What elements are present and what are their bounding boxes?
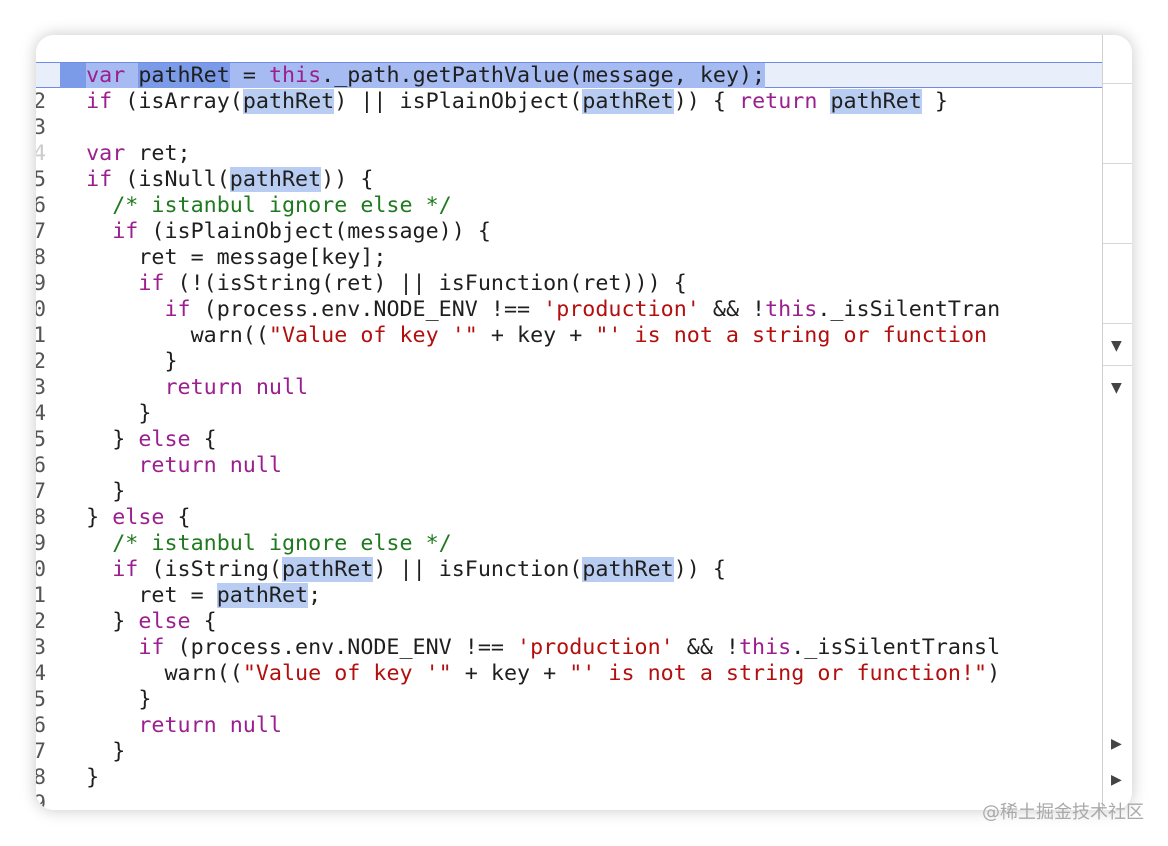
code-line[interactable]: 3 } bbox=[36, 349, 1102, 400]
code-line[interactable]: 9 } else { bbox=[36, 505, 1102, 556]
code-line[interactable]: 8 } bbox=[36, 739, 1102, 790]
divider bbox=[1103, 323, 1132, 324]
divider bbox=[1103, 365, 1132, 366]
code-line[interactable]: 1 if (isString(pathRet) || isFunction(pa… bbox=[36, 557, 1102, 608]
code-line[interactable]: 3 if (isArray(pathRet) || isPlainObject(… bbox=[36, 89, 1102, 140]
code-line[interactable]: 4 bbox=[36, 115, 1102, 166]
code-line[interactable]: 7 return null bbox=[36, 713, 1102, 764]
divider bbox=[1103, 163, 1132, 164]
caret-right-icon[interactable]: ▶ bbox=[1111, 773, 1125, 787]
caret-down-icon[interactable]: ▼ bbox=[1111, 339, 1125, 353]
code-line[interactable]: 5 warn(("Value of key '" + key + "' is n… bbox=[36, 661, 1102, 712]
code-line[interactable]: 3 } else { bbox=[36, 609, 1102, 660]
code-line[interactable]: 9 } bbox=[36, 765, 1102, 810]
caret-down-icon[interactable]: ▼ bbox=[1111, 381, 1125, 395]
code-line[interactable]: 8 } bbox=[36, 479, 1102, 530]
code-line[interactable]: 5 var ret; bbox=[36, 141, 1102, 192]
code-line[interactable]: 9 ret = message[key]; bbox=[36, 245, 1102, 296]
code-line[interactable]: 2 warn(("Value of key '" + key + "' is n… bbox=[36, 323, 1102, 374]
identifier-highlight: pathRet bbox=[138, 63, 230, 88]
caret-right-icon[interactable]: ▶ bbox=[1111, 737, 1125, 751]
code-line-current[interactable]: 2 var pathRet = this._path.getPathValue(… bbox=[36, 62, 1102, 114]
debugger-sidebar: ▼ ▼ ▶ ▶ bbox=[1102, 35, 1132, 810]
code-text: var pathRet = this._path.getPathValue(me… bbox=[60, 63, 766, 89]
code-line[interactable]: 2 ret = pathRet; bbox=[36, 583, 1102, 634]
code-editor[interactable]: 2 var pathRet = this._path.getPathValue(… bbox=[36, 35, 1102, 810]
code-line[interactable]: 0 if (!(isString(ret) || isFunction(ret)… bbox=[36, 271, 1102, 322]
devtools-source-panel: 2 var pathRet = this._path.getPathValue(… bbox=[36, 35, 1132, 810]
divider bbox=[1103, 243, 1132, 244]
code-line[interactable]: 6 if (isNull(pathRet)) { bbox=[36, 167, 1102, 218]
code-line[interactable]: 6 } else { bbox=[36, 427, 1102, 478]
code-line[interactable]: 8 if (isPlainObject(message)) { bbox=[36, 219, 1102, 270]
code-line[interactable]: 4 return null bbox=[36, 375, 1102, 426]
code-line[interactable]: 4 if (process.env.NODE_ENV !== 'producti… bbox=[36, 635, 1102, 686]
code-line[interactable]: 5 } bbox=[36, 401, 1102, 452]
code-line[interactable]: 7 /* istanbul ignore else */ bbox=[36, 193, 1102, 244]
code-line[interactable]: 6 } bbox=[36, 687, 1102, 738]
code-line[interactable]: 0 /* istanbul ignore else */ bbox=[36, 531, 1102, 582]
code-line[interactable]: 7 return null bbox=[36, 453, 1102, 504]
code-line[interactable]: 1 if (process.env.NODE_ENV !== 'producti… bbox=[36, 297, 1102, 348]
watermark: @稀土掘金技术社区 bbox=[982, 802, 1144, 823]
divider bbox=[1103, 83, 1132, 84]
